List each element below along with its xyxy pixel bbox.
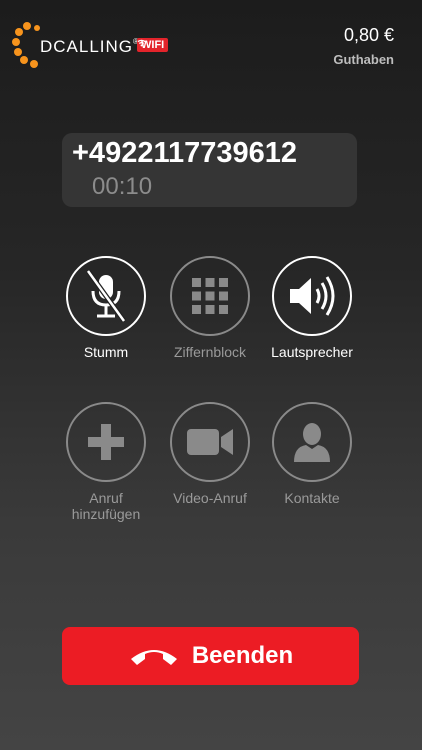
mute-circle[interactable] <box>66 256 146 336</box>
keypad-circle[interactable] <box>170 256 250 336</box>
dcalling-logo: DCALLING® WIFI <box>12 20 192 74</box>
credit-amount: 0,80 € <box>343 25 394 45</box>
wifi-badge: WIFI <box>137 38 169 52</box>
add-call-label: Anruf hinzufügen <box>71 490 141 522</box>
hangup-phone-icon <box>130 650 177 665</box>
phone-number: +4922117739612 <box>72 137 298 169</box>
contacts-label: Kontakte <box>284 490 340 506</box>
mute-microphone-icon <box>85 269 127 323</box>
end-call-label: Beenden <box>191 642 294 669</box>
speaker-button[interactable]: Lautsprecher <box>257 256 367 360</box>
keypad-icon <box>192 278 228 314</box>
credit-balance: 0,80 € Guthaben <box>333 25 394 67</box>
call-duration: 00:10 <box>92 173 153 200</box>
keypad-button[interactable]: Ziffernblock <box>155 256 265 360</box>
wifi-icon <box>137 39 146 47</box>
video-call-circle[interactable] <box>170 402 250 482</box>
call-info-panel: +4922117739612 00:10 <box>62 133 357 207</box>
plus-icon <box>88 424 124 460</box>
logo-dots-icon <box>12 22 40 68</box>
speaker-circle[interactable] <box>272 256 352 336</box>
add-call-button[interactable]: Anruf hinzufügen <box>51 402 161 522</box>
mute-label: Stumm <box>83 344 129 360</box>
speaker-icon <box>290 276 335 316</box>
video-camera-icon <box>187 429 233 455</box>
end-call-button[interactable]: Beenden <box>62 627 359 685</box>
brand-name: DCALLING® <box>40 37 139 56</box>
mute-button[interactable]: Stumm <box>51 256 161 360</box>
add-call-circle[interactable] <box>66 402 146 482</box>
contact-person-icon <box>294 423 330 462</box>
keypad-label: Ziffernblock <box>173 344 247 360</box>
credit-label: Guthaben <box>333 52 394 67</box>
video-call-button[interactable]: Video-Anruf <box>155 402 265 506</box>
contacts-circle[interactable] <box>272 402 352 482</box>
speaker-label: Lautsprecher <box>271 344 353 360</box>
contacts-button[interactable]: Kontakte <box>257 402 367 506</box>
video-call-label: Video-Anruf <box>173 490 247 506</box>
